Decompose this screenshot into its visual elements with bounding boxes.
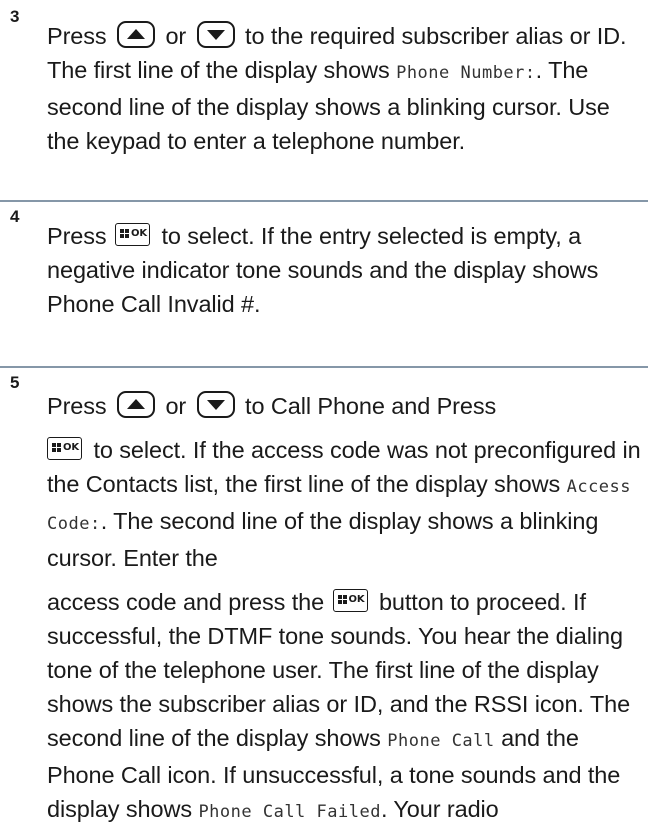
ok-key-label: OK	[348, 594, 365, 606]
step-number: 5	[10, 373, 20, 392]
step-5-instruction-end: . Your radio	[380, 796, 499, 822]
display-phone-call-failed: Phone Call Failed	[198, 802, 381, 822]
step-3-text: Press or to the required subscriber alia…	[47, 19, 644, 158]
display-phone-call: Phone Call	[387, 731, 495, 751]
step-number: 4	[10, 207, 20, 226]
menu-ok-key-icon: OK	[115, 223, 151, 247]
ok-key-label: OK	[63, 442, 80, 454]
divider	[0, 366, 648, 368]
display-phone-number: Phone Number:	[396, 63, 536, 83]
menu-ok-key-icon: OK	[332, 589, 368, 613]
step-5-instruction-select: to select. If the access code was not pr…	[47, 437, 641, 497]
down-arrow-key-icon	[196, 391, 235, 419]
step-5-instruction: to Call Phone and Press	[245, 393, 497, 419]
step-5-instruction-cont: . The second line of the display shows a…	[47, 508, 599, 571]
or-word: or	[165, 23, 187, 49]
down-arrow-key-icon	[196, 21, 235, 49]
step-5-text-a: Press or to Call Phone and Press OK to s…	[47, 389, 644, 829]
up-arrow-key-icon	[117, 391, 156, 419]
or-word: or	[165, 393, 187, 419]
press-word: Press	[47, 23, 107, 49]
step-4-text: Press OK to select. If the entry selecte…	[47, 219, 644, 321]
divider	[0, 200, 648, 202]
ok-key-label: OK	[131, 228, 148, 240]
step-number: 3	[10, 7, 20, 26]
menu-ok-key-icon: OK	[47, 437, 82, 461]
up-arrow-key-icon	[117, 21, 156, 49]
press-word: Press	[47, 223, 107, 249]
access-code-press: access code and press the	[47, 589, 325, 615]
press-word: Press	[47, 393, 107, 419]
